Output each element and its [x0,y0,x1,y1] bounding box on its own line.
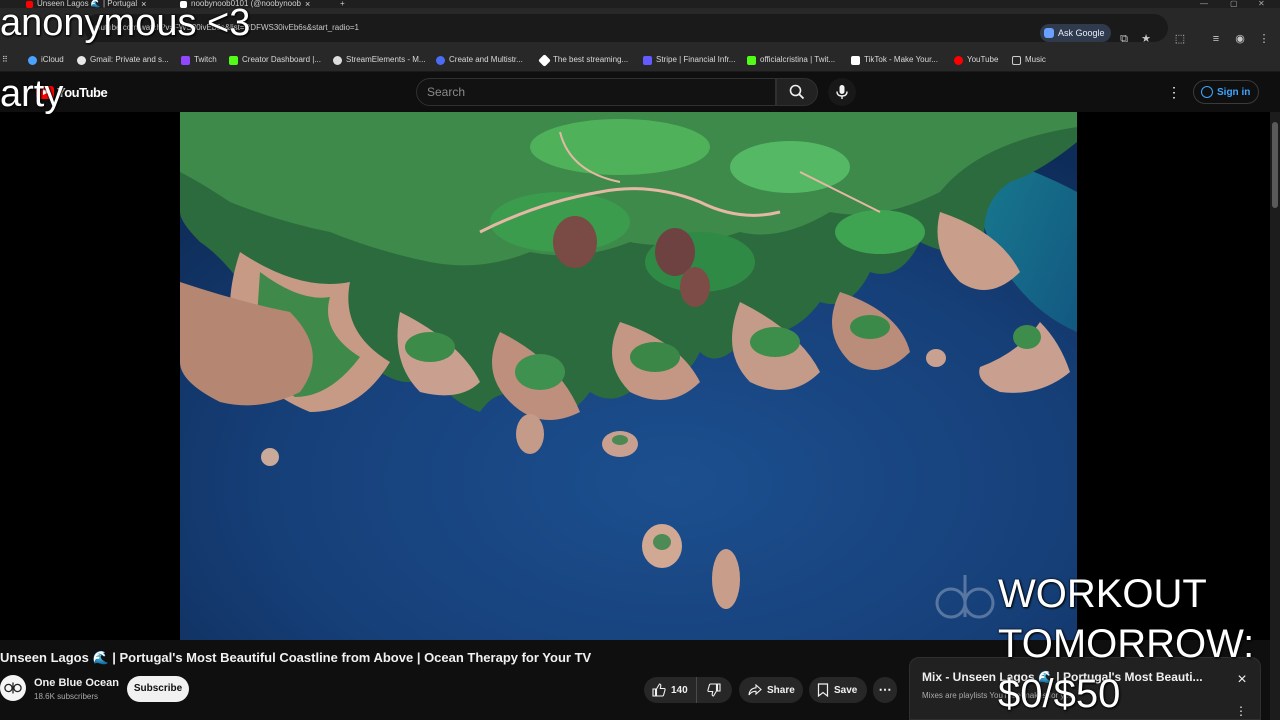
channel-logo-icon [4,682,22,694]
stream-overlay-workout-progress: $0/$50 [998,672,1121,716]
stream-overlay-top-line-1: anonymous <3 [0,2,251,44]
kick-icon [229,55,238,65]
bookmark-officialcristina[interactable]: officialcristina | Twit... [747,53,835,67]
bookmark-tiktok[interactable]: TikTok - Make Your... [851,53,938,67]
more-vertical-icon[interactable]: ⋮ [1235,704,1247,718]
save-label: Save [834,684,858,696]
subscribe-button[interactable]: Subscribe [127,676,189,702]
microphone-icon [836,85,848,99]
google-icon [77,55,86,65]
bookmark-label: Twitch [194,55,217,64]
share-button[interactable]: Share [739,677,803,703]
search-placeholder: Search [427,85,466,99]
like-button[interactable]: 140 [644,677,697,703]
media-controls-icon[interactable]: ≡ [1210,33,1222,45]
bookmark-label: officialcristina | Twit... [760,55,836,64]
restream-icon [436,55,445,65]
apps-grid-icon[interactable]: ⠿ [2,53,8,67]
channel-name[interactable]: One Blue Ocean [34,677,119,689]
youtube-icon [954,55,963,65]
kick-icon [747,55,756,65]
extensions-icon[interactable]: ⬚ [1174,33,1186,45]
bookmark-folder-music[interactable]: Music [1012,53,1046,67]
twitch-icon [181,55,190,65]
video-title: Unseen Lagos 🌊 | Portugal's Most Beautif… [0,650,592,665]
sign-in-button[interactable]: Sign in [1193,80,1259,104]
sign-in-label: Sign in [1217,86,1251,98]
youtube-logo-text: YouTube [57,85,108,100]
cloud-icon [28,55,37,65]
thumbs-up-icon [652,683,666,697]
maximize-icon[interactable]: ▢ [1230,0,1238,8]
ask-google-button[interactable]: Ask Google [1040,24,1111,42]
lens-icon [1044,28,1054,38]
bookmark-label: StreamElements - M... [346,55,426,64]
bookmark-label: Creator Dashboard |... [242,55,322,64]
stream-overlay-workout-line-2: TOMORROW: [998,622,1255,666]
scrollbar-thumb[interactable] [1272,122,1278,208]
bookmark-creator-dashboard[interactable]: Creator Dashboard |... [229,53,321,67]
account-icon [1201,86,1213,98]
new-tab-button[interactable]: + [340,0,352,8]
profile-icon[interactable]: ◉ [1234,33,1246,45]
bookmark-icloud[interactable]: iCloud [28,53,64,67]
bookmark-label: Create and Multistr... [449,55,523,64]
like-dislike-group: 140 [644,677,732,703]
streamelements-icon [333,55,342,65]
youtube-masthead: YouTube Search ⋮ Sign in [0,72,1280,112]
bookmark-label: Music [1025,55,1046,64]
search-input[interactable]: Search [416,78,776,106]
bookmark-label: The best streaming... [553,55,629,64]
stripe-icon [643,55,652,65]
bookmark-streaming[interactable]: The best streaming... [538,53,629,67]
channel-watermark-icon [935,575,995,619]
bookmark-label: YouTube [967,55,999,64]
voice-search-button[interactable] [828,78,856,106]
browser-menu-icon[interactable]: ⋮ [1258,33,1270,45]
plus-icon: + [340,0,345,8]
thumbs-down-icon [707,683,721,697]
minimize-icon[interactable]: — [1200,0,1208,8]
diamond-icon [538,53,551,67]
search-icon [789,84,805,100]
bookmark-stripe[interactable]: Stripe | Financial Infr... [643,53,735,67]
coastline-video-frame [180,112,1077,640]
tiktok-icon [851,55,860,65]
share-label: Share [767,684,795,696]
folder-icon [1012,55,1021,65]
bookmark-label: Gmail: Private and s... [90,55,169,64]
close-icon[interactable]: × [305,0,310,8]
close-window-icon[interactable]: ✕ [1258,0,1265,8]
page-scrollbar[interactable] [1270,112,1280,720]
dislike-button[interactable] [697,677,732,703]
save-button[interactable]: Save [809,677,867,703]
bookmark-gmail[interactable]: Gmail: Private and s... [77,53,169,67]
subscriber-count: 18.6K subscribers [34,692,99,701]
bookmark-twitch[interactable]: Twitch [181,53,217,67]
video-frame-aerial-coastline[interactable] [180,112,1077,640]
like-count: 140 [671,684,688,696]
stream-overlay-workout-line-1: WORKOUT [998,572,1207,616]
screen: Unseen Lagos 🌊 | Portugal × noobynoob010… [0,0,1280,720]
more-actions-button[interactable]: ⋯ [873,677,897,703]
bookmark-label: TikTok - Make Your... [864,55,938,64]
install-app-icon[interactable]: ⧉ [1118,33,1130,45]
bookmarks-bar: ⠿ iCloud Gmail: Private and s... Twitch … [0,48,1280,72]
share-icon [748,684,762,696]
bookmark-youtube[interactable]: YouTube [954,53,998,67]
close-icon[interactable]: × [1234,672,1250,688]
bookmark-icon [817,683,829,697]
bookmark-label: iCloud [41,55,64,64]
settings-menu-icon[interactable]: ⋮ [1166,84,1182,100]
bookmark-streamelements[interactable]: StreamElements - M... [333,53,426,67]
bookmark-label: Stripe | Financial Infr... [656,55,736,64]
search-button[interactable] [776,78,818,106]
stream-overlay-top-line-2: arty [0,73,64,115]
more-horizontal-icon: ⋯ [878,682,892,697]
bookmark-restream[interactable]: Create and Multistr... [436,53,523,67]
channel-avatar[interactable] [0,675,26,701]
bookmark-star-icon[interactable]: ★ [1140,33,1152,45]
ask-google-label: Ask Google [1058,28,1105,38]
